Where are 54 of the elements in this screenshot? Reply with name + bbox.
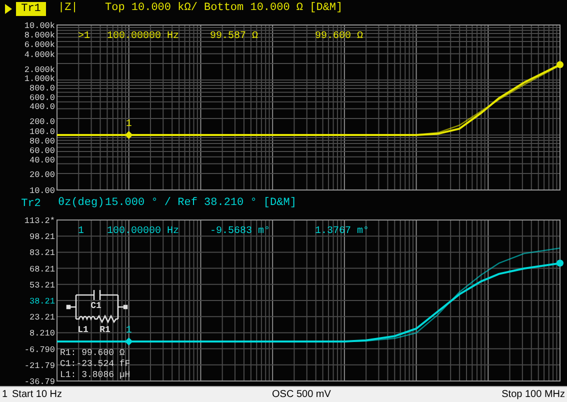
axis-label: 100.0 (29, 127, 55, 137)
axis-label: 200.0 (29, 117, 55, 127)
axis-label: 68.21 (29, 264, 55, 274)
axis-label: 113.2* (24, 216, 55, 226)
oscillator-level: OSC 500 mV (272, 388, 332, 402)
axis-label: 60.00 (29, 146, 55, 156)
circuit-value: R1: 99.600 Ω (60, 348, 126, 359)
axis-label: -36.79 (24, 377, 55, 386)
component-label: L1 (78, 325, 88, 335)
marker-icon[interactable] (124, 131, 133, 139)
axis-label: 4.000k (24, 50, 55, 60)
channel-number: 1 (2, 388, 9, 402)
component-label: R1 (100, 325, 110, 335)
axis-label: 800.0 (29, 84, 55, 94)
trace-end-dot (556, 260, 564, 267)
memory-value: 99.600 Ω (315, 30, 364, 44)
axis-label: -21.79 (24, 360, 55, 371)
trace-tab[interactable]: Tr2 (16, 196, 46, 210)
marker-value: -9.5683 m° (210, 225, 272, 239)
stop-frequency: Stop 100 MHz (502, 388, 565, 402)
start-frequency: Start 10 Hz (12, 388, 64, 402)
marker-number: >1 (78, 30, 92, 44)
axis-label: 80.00 (29, 136, 55, 146)
component-label: C1 (90, 301, 102, 311)
axis-label: 400.0 (29, 102, 55, 112)
marker-label: 1 (126, 326, 132, 336)
axis-label: 38.21 (29, 296, 55, 306)
axis-label: 98.21 (29, 232, 55, 242)
axis-label: 83.21 (29, 248, 55, 258)
marker-frequency: 100.00000 Hz (107, 30, 180, 44)
marker-value: 99.587 Ω (210, 30, 260, 44)
axis-label: 1.000k (24, 74, 55, 84)
marker-number: 1 (78, 225, 86, 239)
axis-label: 8.000k (24, 30, 55, 40)
axis-label: 23.21 (29, 312, 55, 323)
axis-label: 8.210 (29, 328, 55, 339)
circuit-value: C1:-23.524 fF (60, 359, 130, 370)
circuit-drawing (66, 289, 128, 323)
axis-label: -6.790 (24, 344, 55, 355)
trace-tab[interactable]: Tr1 (16, 2, 46, 16)
trace-end-dot (556, 61, 564, 68)
trace-scale: Top 10.000 kΩ/ Bottom 10.000 Ω [D&M] (105, 1, 343, 16)
axis-label: 6.000k (24, 40, 55, 50)
trace-format: θz(deg) (58, 196, 105, 212)
axis-label: 10.00k (24, 21, 55, 31)
marker-icon[interactable] (124, 338, 133, 346)
axis-label: 10.00 (29, 186, 55, 195)
axis-label: 53.21 (29, 280, 55, 290)
axis-label: 20.00 (29, 170, 55, 180)
axis-label: 600.0 (29, 93, 55, 103)
trace-format: |Z| (58, 1, 79, 16)
trace-scale: 15.000 ° / Ref 38.210 ° [D&M] (105, 196, 296, 212)
axis-label: 2.000k (24, 65, 55, 75)
axis-label: 40.00 (29, 156, 55, 166)
